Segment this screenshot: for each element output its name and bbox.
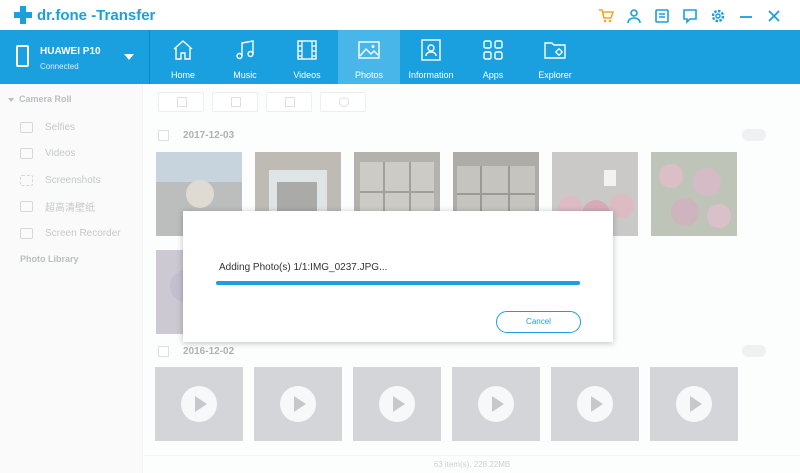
device-status: Connected [40, 62, 79, 71]
progress-bar [216, 281, 580, 285]
navigation-bar: HUAWEI P10 Connected Home Music Videos P… [0, 30, 800, 84]
tab-label: Videos [293, 70, 321, 80]
tab-label: Information [408, 70, 454, 80]
settings-icon[interactable] [710, 8, 726, 24]
app-logo: dr.fone -Transfer [14, 6, 155, 24]
module-name: -Transfer [91, 6, 156, 24]
tab-label: Apps [482, 70, 504, 80]
videos-icon [297, 40, 317, 60]
brand-name: dr.fone [37, 6, 88, 24]
register-icon[interactable] [654, 8, 670, 24]
tab-home[interactable]: Home [152, 30, 214, 84]
tab-label: Photos [354, 70, 384, 80]
information-icon [421, 39, 441, 61]
user-icon[interactable] [626, 8, 642, 24]
module-tabs: Home Music Videos Photos Information App… [152, 30, 586, 84]
tab-label: Explorer [538, 70, 572, 80]
minimize-icon[interactable] [738, 8, 754, 24]
apps-icon [483, 40, 503, 60]
feedback-icon[interactable] [682, 8, 698, 24]
tab-music[interactable]: Music [214, 30, 276, 84]
tab-information[interactable]: Information [400, 30, 462, 84]
progress-fill [216, 281, 580, 285]
cart-icon[interactable] [598, 8, 614, 24]
tab-label: Home [170, 70, 195, 80]
chevron-down-icon[interactable] [124, 54, 134, 60]
device-name: HUAWEI P10 [40, 46, 101, 57]
tab-apps[interactable]: Apps [462, 30, 524, 84]
photos-icon [358, 41, 380, 59]
tab-label: Music [233, 70, 257, 80]
tab-videos[interactable]: Videos [276, 30, 338, 84]
explorer-icon [544, 42, 566, 59]
close-icon[interactable] [766, 8, 782, 24]
progress-dialog: Adding Photo(s) 1/1:IMG_0237.JPG... Canc… [183, 211, 613, 342]
phone-icon [16, 45, 29, 67]
tab-photos[interactable]: Photos [338, 30, 400, 84]
cancel-button[interactable]: Cancel [496, 311, 581, 333]
tab-explorer[interactable]: Explorer [524, 30, 586, 84]
title-bar: dr.fone -Transfer [0, 0, 800, 30]
music-icon [236, 40, 254, 60]
drfone-logo-icon [14, 6, 32, 24]
home-icon [173, 40, 193, 60]
progress-message: Adding Photo(s) 1/1:IMG_0237.JPG... [219, 262, 388, 273]
device-selector[interactable]: HUAWEI P10 Connected [0, 30, 150, 84]
